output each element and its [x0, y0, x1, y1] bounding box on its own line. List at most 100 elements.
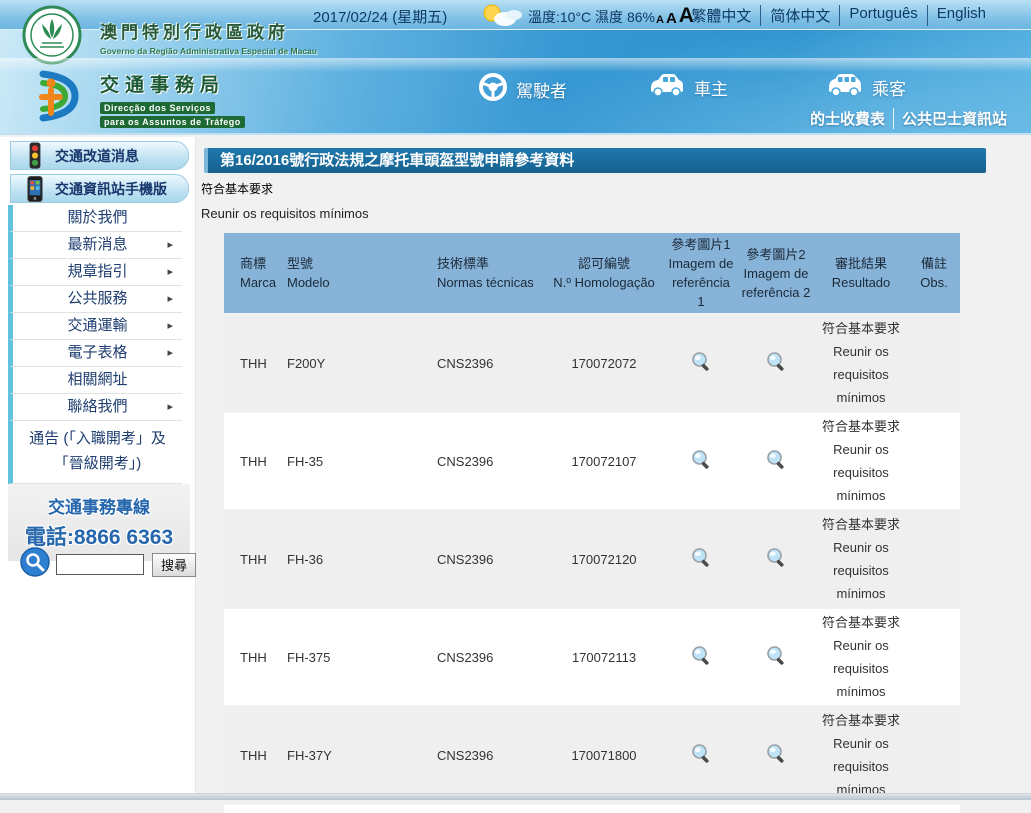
header-quick-links: 的士收費表 公共巴士資訊站: [802, 108, 1015, 129]
current-date: 2017/02/24 (星期五): [313, 6, 447, 27]
weather-readout: 溫度:10°C 濕度 86%: [528, 7, 655, 27]
subtitle-chinese: 符合基本要求: [201, 180, 1031, 197]
nav-car-owner[interactable]: 車主: [648, 72, 728, 103]
reference-image1-magnifier-icon[interactable]: [690, 351, 712, 376]
reference-image2-magnifier-icon[interactable]: [765, 743, 787, 768]
cell-obs: [908, 511, 960, 607]
cell-normas: CNS2396: [434, 511, 544, 607]
site-header: 2017/02/24 (星期五) 溫度:10°C 濕度 86% A A A 繁體…: [0, 0, 1031, 135]
language-switcher: 繁體中文 简体中文 Português English: [682, 5, 995, 26]
col-header-normas: 技術標準Normas técnicas: [434, 233, 544, 313]
submenu-arrow-icon: ▸: [167, 394, 173, 420]
lang-portuguese[interactable]: Português: [839, 5, 926, 26]
lang-traditional-chinese[interactable]: 繁體中文: [682, 5, 760, 26]
sidebar-item-recruitment-notice[interactable]: 通告 (「入職開考」及 「晉級開考」): [8, 421, 182, 484]
cell-resultado: 符合基本要求 Reunir os requisitos mínimos: [814, 315, 908, 411]
dsat-bureau-logo[interactable]: [30, 68, 86, 129]
col-header-marca: 商標Marca: [224, 233, 284, 313]
reference-image2-magnifier-icon[interactable]: [765, 547, 787, 572]
cell-marca: THH: [224, 315, 284, 411]
reference-image2-magnifier-icon[interactable]: [765, 645, 787, 670]
cell-normas: CNS2396: [434, 609, 544, 705]
reference-image1-magnifier-icon[interactable]: [690, 743, 712, 768]
nav-passenger[interactable]: 乘客: [826, 72, 906, 103]
nav-driver-label: 駕駛者: [516, 77, 567, 102]
cell-modelo: FH-37Y: [284, 707, 434, 803]
bus-info-link[interactable]: 公共巴士資訊站: [893, 108, 1015, 129]
main-content: 第16/2016號行政法規之摩托車頭盔型號申請參考資料 符合基本要求 Reuni…: [197, 137, 1031, 800]
submenu-arrow-icon: ▸: [167, 259, 173, 285]
cell-homologacao: 170071800: [544, 707, 664, 803]
macau-government-emblem[interactable]: [22, 5, 82, 70]
submenu-arrow-icon: ▸: [167, 340, 173, 366]
search-button[interactable]: 搜尋: [152, 553, 196, 577]
reference-image1-magnifier-icon[interactable]: [690, 449, 712, 474]
cell-modelo: FH-36: [284, 511, 434, 607]
steering-wheel-icon: [478, 72, 508, 107]
col-header-homologacao: 認可編號N.º Homologação: [544, 233, 664, 313]
sidebar-item-label: 交通改道消息: [55, 146, 139, 166]
cell-normas: CNS2396: [434, 315, 544, 411]
sidebar-item-eforms[interactable]: 電子表格 ▸: [8, 340, 182, 367]
table-row: THH FH-36 CNS2396 170072120 符合基本要求 Reuni…: [224, 511, 960, 607]
nav-passenger-label: 乘客: [872, 75, 906, 100]
sidebar-item-about-us[interactable]: 關於我們: [8, 205, 182, 232]
sidebar-item-public-services[interactable]: 公共服務 ▸: [8, 286, 182, 313]
sidebar-item-traffic-transport[interactable]: 交通運輸 ▸: [8, 313, 182, 340]
sidebar-item-contact-us[interactable]: 聯絡我們 ▸: [8, 394, 182, 421]
cell-resultado: 符合基本要求 Reunir os requisitos mínimos: [814, 707, 908, 803]
col-header-modelo: 型號Modelo: [284, 233, 434, 313]
page-title: 第16/2016號行政法規之摩托車頭盔型號申請參考資料: [204, 148, 986, 173]
cell-resultado: 符合基本要求 Reunir os requisitos mínimos: [814, 609, 908, 705]
cell-modelo: FH-375: [284, 609, 434, 705]
col-header-resultado: 審批結果Resultado: [814, 233, 908, 313]
subtitle-portuguese: Reunir os requisitos mínimos: [201, 206, 1031, 221]
lang-english[interactable]: English: [927, 5, 995, 26]
lang-simplified-chinese[interactable]: 简体中文: [760, 5, 839, 26]
sidebar-item-mobile-portal[interactable]: 交通資訊站手機版: [10, 174, 189, 203]
search-input[interactable]: [56, 554, 144, 575]
cell-modelo: F200Y: [284, 315, 434, 411]
submenu-arrow-icon: ▸: [167, 232, 173, 258]
cell-homologacao: 170072120: [544, 511, 664, 607]
weather-sun-cloud-icon: [478, 2, 522, 33]
cell-homologacao: 170072113: [544, 609, 664, 705]
dsat-subtitle-line1: Direcção dos Serviços: [100, 102, 215, 114]
reference-image2-magnifier-icon[interactable]: [765, 351, 787, 376]
mobile-phone-icon: [23, 175, 47, 203]
nav-driver[interactable]: 駕駛者: [478, 72, 567, 107]
sidebar-menu: 關於我們 最新消息 ▸ 規章指引 ▸ 公共服務 ▸ 交通運輸 ▸ 電子表格 ▸ …: [0, 205, 195, 421]
hotline-title: 交通事務專線: [8, 493, 190, 518]
font-size-small-button[interactable]: A: [656, 15, 664, 26]
cell-marca: THH: [224, 413, 284, 509]
cell-obs: [908, 413, 960, 509]
table-header-row: 商標Marca 型號Modelo 技術標準Normas técnicas 認可編…: [224, 233, 960, 313]
cell-obs: [908, 707, 960, 803]
sidebar-search: 搜尋: [20, 547, 196, 582]
reference-image1-magnifier-icon[interactable]: [690, 547, 712, 572]
next-table-row-partial: [224, 805, 960, 813]
sidebar-item-label: 交通資訊站手機版: [55, 179, 167, 199]
cell-resultado: 符合基本要求 Reunir os requisitos mínimos: [814, 511, 908, 607]
sidebar-item-regulations-guidelines[interactable]: 規章指引 ▸: [8, 259, 182, 286]
dsat-subtitle-line2: para os Assuntos de Tráfego: [100, 116, 245, 128]
page-bottom-edge: [0, 793, 1031, 800]
submenu-arrow-icon: ▸: [167, 313, 173, 339]
taxi-fare-link[interactable]: 的士收費表: [802, 108, 893, 129]
sidebar-item-latest-news[interactable]: 最新消息 ▸: [8, 232, 182, 259]
car-icon: [648, 72, 686, 103]
reference-image1-magnifier-icon[interactable]: [690, 645, 712, 670]
table-row: THH F200Y CNS2396 170072072 符合基本要求 Reuni…: [224, 315, 960, 411]
reference-image2-magnifier-icon[interactable]: [765, 449, 787, 474]
sidebar-item-related-links[interactable]: 相關網址: [8, 367, 182, 394]
nav-car-owner-label: 車主: [694, 75, 728, 100]
cell-resultado: 符合基本要求 Reunir os requisitos mínimos: [814, 413, 908, 509]
cell-homologacao: 170072107: [544, 413, 664, 509]
font-size-medium-button[interactable]: A: [666, 11, 677, 26]
cell-normas: CNS2396: [434, 707, 544, 803]
gov-subtitle: Governo da Região Administrativa Especia…: [100, 46, 317, 56]
sidebar-item-traffic-diversion[interactable]: 交通改道消息: [10, 141, 189, 170]
table-row: THH FH-35 CNS2396 170072107 符合基本要求 Reuni…: [224, 413, 960, 509]
cell-marca: THH: [224, 609, 284, 705]
search-icon: [20, 547, 50, 582]
